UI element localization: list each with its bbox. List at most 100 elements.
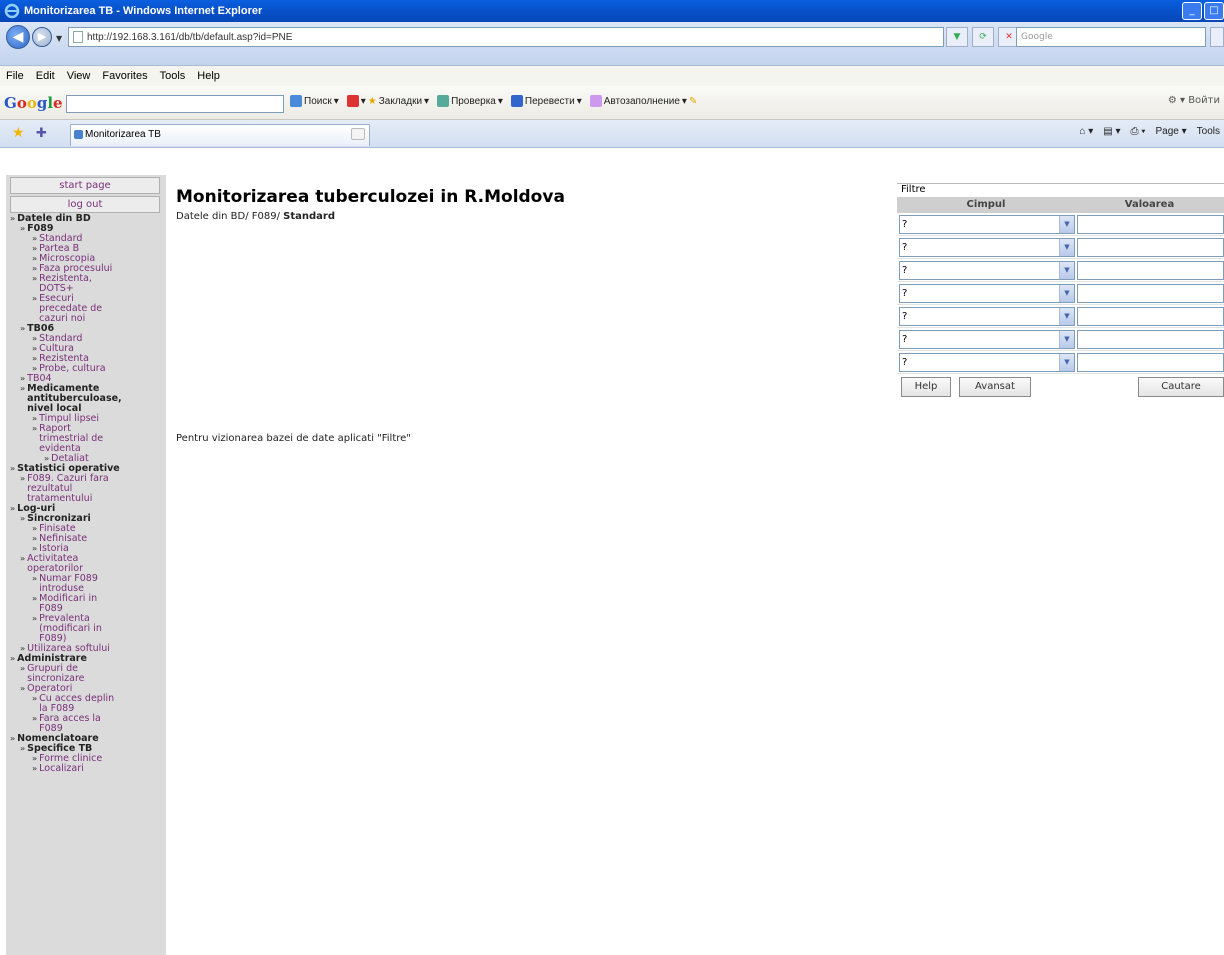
field-select[interactable]: ? ▼: [899, 306, 1075, 326]
sidebar-item-label: F089. Cazuri fara rezultatul tratamentului: [27, 473, 109, 504]
chevron-down-icon[interactable]: ▼: [1059, 261, 1074, 279]
sidebar-link[interactable]: » Rezistenta, DOTS+: [10, 274, 166, 294]
sidebar-link[interactable]: » Modificari in F089: [10, 594, 166, 614]
google-autofill-button[interactable]: Автозаполнение ▾ ✎: [589, 95, 697, 107]
back-button[interactable]: ◀: [6, 25, 30, 49]
filter-row: ? ▼: [897, 328, 1224, 351]
sidebar-section[interactable]: » TB06: [10, 324, 166, 334]
page-title: Monitorizarea tuberculozei in R.Moldova: [176, 187, 565, 207]
menu-tools[interactable]: Tools: [160, 70, 186, 82]
sidebar-item-label: Localizari: [39, 763, 84, 774]
forward-button[interactable]: ▶: [32, 27, 52, 47]
field-select[interactable]: ? ▼: [899, 214, 1075, 234]
tools-menu[interactable]: Tools: [1197, 126, 1220, 137]
sidebar-link[interactable]: » Raport trimestrial de evidenta: [10, 424, 166, 454]
minimize-button[interactable]: _: [1182, 2, 1202, 20]
field-select[interactable]: ? ▼: [899, 237, 1075, 257]
sidebar-link[interactable]: » Standard: [10, 234, 166, 244]
value-input[interactable]: [1077, 283, 1224, 303]
url-dropdown-button[interactable]: ▼: [946, 27, 968, 47]
home-icon[interactable]: ⌂ ▾: [1079, 126, 1093, 137]
field-select-value: ?: [902, 218, 908, 230]
feeds-icon[interactable]: ▤ ▾: [1103, 126, 1120, 137]
sidebar-link[interactable]: » Standard: [10, 334, 166, 344]
google-signin-button[interactable]: ⚙ ▾ Войти: [1168, 95, 1220, 106]
value-input[interactable]: [1077, 306, 1224, 326]
menu-view[interactable]: View: [67, 70, 91, 82]
sidebar-section[interactable]: » Sincronizari: [10, 514, 166, 524]
search-icon: [290, 95, 302, 107]
start-page-button[interactable]: start page: [10, 177, 160, 194]
bullet-icon: »: [20, 644, 26, 653]
menu-help[interactable]: Help: [197, 70, 220, 82]
history-dropdown-icon[interactable]: ▼: [56, 34, 62, 43]
value-input[interactable]: [1077, 237, 1224, 257]
field-select[interactable]: ? ▼: [899, 283, 1075, 303]
url-field[interactable]: http://192.168.3.161/db/tb/default.asp?i…: [68, 27, 944, 47]
advanced-button[interactable]: Avansat: [959, 377, 1031, 397]
maximize-button[interactable]: □: [1204, 2, 1224, 20]
address-bar: ◀ ▶ ▼ http://192.168.3.161/db/tb/default…: [0, 22, 1224, 66]
new-tab-button[interactable]: [351, 128, 365, 140]
chevron-down-icon[interactable]: ▼: [1059, 330, 1074, 348]
tab-monitorizarea[interactable]: Monitorizarea TB: [70, 124, 370, 146]
sidebar-link[interactable]: » Timpul lipsei: [10, 414, 166, 424]
field-select[interactable]: ? ▼: [899, 352, 1075, 372]
google-translate-button[interactable]: Перевести ▾: [510, 95, 582, 107]
sidebar-item-label: Raport trimestrial de evidenta: [39, 423, 104, 454]
sidebar-link[interactable]: » Numar F089 introduse: [10, 574, 166, 594]
value-input[interactable]: [1077, 214, 1224, 234]
sidebar-link[interactable]: » Finisate: [10, 524, 166, 534]
sidebar-link[interactable]: » Prevalenta (modificari in F089): [10, 614, 166, 644]
page-menu[interactable]: Page ▾: [1155, 126, 1186, 137]
bullet-icon: »: [32, 574, 38, 583]
chevron-down-icon[interactable]: ▼: [1059, 284, 1074, 302]
filter-header: Cimpul Valoarea: [897, 197, 1224, 213]
sidebar-section[interactable]: » F089: [10, 224, 166, 234]
sidebar-link[interactable]: » F089. Cazuri fara rezultatul tratamentulu…: [10, 474, 166, 504]
filter-row: ? ▼: [897, 351, 1224, 374]
chevron-down-icon[interactable]: ▼: [1059, 238, 1074, 256]
menu-edit[interactable]: Edit: [36, 70, 55, 82]
menu-file[interactable]: File: [6, 70, 24, 82]
sidebar-link[interactable]: » Forme clinice: [10, 754, 166, 764]
bullet-icon: »: [32, 234, 38, 243]
chevron-down-icon[interactable]: ▼: [1059, 353, 1074, 371]
sidebar-tree: » Datele din BD» F089» Standard» Partea B» Mi…: [6, 213, 166, 774]
bullet-icon: »: [32, 244, 38, 253]
autofill-icon: [589, 95, 602, 107]
google-spellcheck-button[interactable]: Проверка ▾: [437, 95, 503, 107]
search-input[interactable]: Google: [1016, 27, 1206, 47]
sidebar-link[interactable]: » Esecuri precedate de cazuri noi: [10, 294, 166, 324]
star-icon: ★: [367, 95, 377, 107]
sidebar-link[interactable]: » Fara acces la F089: [10, 714, 166, 734]
help-button[interactable]: Help: [901, 377, 951, 397]
sidebar-link[interactable]: » Nefinisate: [10, 534, 166, 544]
log-out-button[interactable]: log out: [10, 196, 160, 213]
bullet-icon: »: [32, 334, 38, 343]
field-select[interactable]: ? ▼: [899, 329, 1075, 349]
sidebar-link[interactable]: » Grupuri de sincronizare: [10, 664, 166, 684]
field-select[interactable]: ? ▼: [899, 260, 1075, 280]
refresh-button[interactable]: ⟳: [972, 27, 994, 47]
google-search-input[interactable]: [66, 95, 284, 113]
chevron-down-icon[interactable]: ▼: [1059, 215, 1074, 233]
field-select-value: ?: [902, 287, 908, 299]
add-favorites-icon[interactable]: ✚: [36, 126, 47, 141]
sidebar-section[interactable]: » Medicamente antituberculoase, nivel local: [10, 384, 166, 414]
search-button[interactable]: Cautare: [1138, 377, 1224, 397]
sidebar-link[interactable]: » Localizari: [10, 764, 166, 774]
menu-favorites[interactable]: Favorites: [102, 70, 147, 82]
search-go-button[interactable]: [1210, 27, 1224, 47]
google-search-button[interactable]: Поиск ▾: [290, 95, 339, 107]
favorites-star-icon[interactable]: ★: [12, 125, 25, 141]
value-input[interactable]: [1077, 352, 1224, 372]
value-input[interactable]: [1077, 329, 1224, 349]
google-bookmarks-button[interactable]: ▾ ★ Закладки ▾: [346, 95, 429, 107]
sidebar-link[interactable]: » Cu acces deplin la F089: [10, 694, 166, 714]
bullet-icon: »: [32, 764, 38, 773]
value-input[interactable]: [1077, 260, 1224, 280]
print-icon[interactable]: ⎙ ▾: [1130, 126, 1145, 137]
chevron-down-icon[interactable]: ▼: [1059, 307, 1074, 325]
sidebar-link[interactable]: » Activitatea operatorilor: [10, 554, 166, 574]
